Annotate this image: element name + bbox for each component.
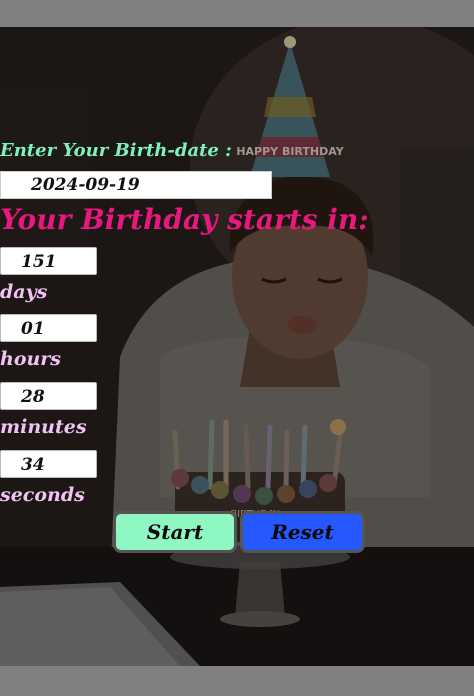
- hours-label: hours: [0, 348, 62, 370]
- start-button[interactable]: Start: [113, 511, 237, 553]
- birthdate-label: Enter Your Birth-date :: [0, 140, 232, 161]
- birthday-scene-illustration: HAPPY BIRTHDAY: [0, 27, 474, 666]
- reset-button[interactable]: Reset: [240, 511, 365, 553]
- seconds-value: 34: [0, 450, 97, 478]
- minutes-value: 28: [0, 382, 97, 410]
- days-label: days: [0, 281, 48, 303]
- seconds-label: seconds: [0, 484, 85, 506]
- days-value: 151: [0, 247, 97, 275]
- birthdate-input[interactable]: 2024-09-19: [0, 171, 272, 199]
- hours-value: 01: [0, 314, 97, 342]
- countdown-heading: Your Birthday starts in:: [0, 203, 369, 236]
- minutes-label: minutes: [0, 416, 87, 438]
- background-photo: HAPPY BIRTHDAY Enter Your Birth-date: 2…: [0, 27, 474, 666]
